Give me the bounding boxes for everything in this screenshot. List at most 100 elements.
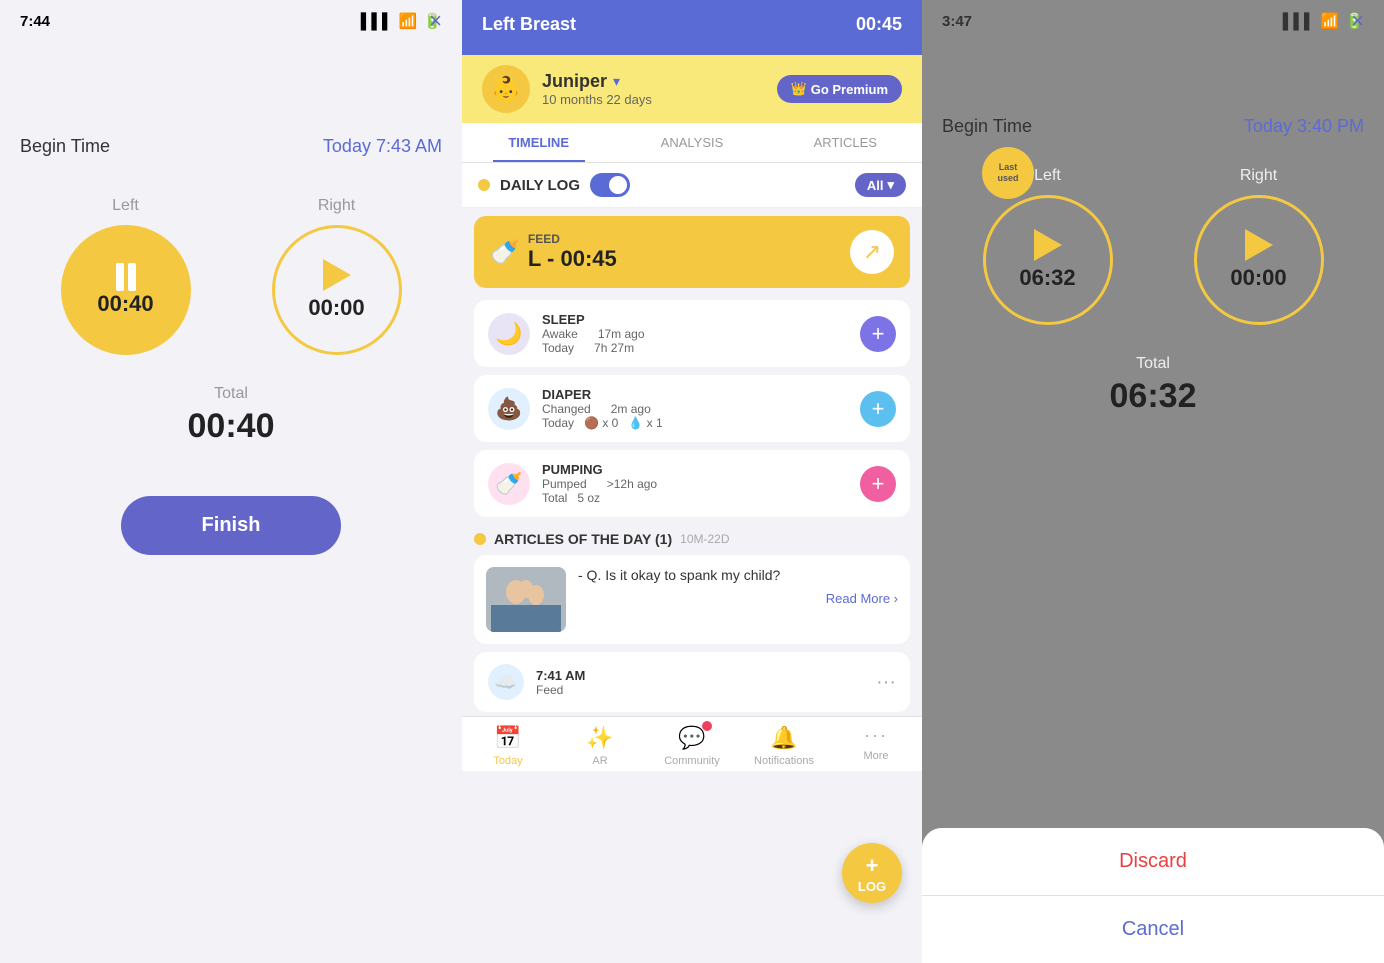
nav-ar[interactable]: ✨ AR [554, 725, 646, 767]
pumping-log-item: 🍼 PUMPING Pumped >12h ago Total 5 oz + [474, 450, 910, 517]
ar-label: AR [592, 755, 607, 767]
premium-button[interactable]: 👑 Go Premium [777, 75, 902, 103]
total-label-3: Total [1136, 355, 1170, 373]
close-button-1[interactable]: × [429, 8, 442, 34]
right-label-3: Right [1240, 167, 1277, 185]
cancel-button[interactable]: Cancel [922, 896, 1384, 963]
all-filter-button[interactable]: All ▾ [855, 173, 906, 197]
articles-section: ARTICLES OF THE DAY (1) 10M-22D [474, 531, 910, 547]
sleep-icon: 🌙 [495, 321, 522, 347]
chevron-down-icon: ▾ [887, 177, 894, 193]
total-section-3: Total 06:32 [942, 355, 1364, 416]
timeline-info: 7:41 AM Feed [536, 668, 864, 697]
total-time-3: 06:32 [1110, 377, 1197, 416]
sleep-add-button[interactable]: + [860, 316, 896, 352]
avatar: 👶 [482, 65, 530, 113]
diaper-log-item: 💩 DIAPER Changed 2m ago Today 🟤 x 0 💧 x … [474, 375, 910, 442]
nav-notifications[interactable]: 🔔 Notifications [738, 725, 830, 767]
article-question: - Q. Is it okay to spank my child? [578, 567, 898, 583]
pumping-info: PUMPING Pumped >12h ago Total 5 oz [542, 462, 848, 505]
close-button-3[interactable]: × [1351, 8, 1364, 34]
all-label: All [867, 178, 884, 193]
tab-analysis[interactable]: ANALYSIS [615, 123, 768, 162]
crown-icon: 👑 [791, 81, 807, 97]
wifi-icon: 📶 [399, 12, 418, 30]
feed-info: 🍼 FEED L - 00:45 [490, 232, 617, 272]
right-timer-circle[interactable]: 00:00 [272, 225, 402, 355]
articles-date: 10M-22D [680, 532, 729, 546]
daily-log-left: DAILY LOG [478, 173, 630, 197]
nav-more[interactable]: ··· More [830, 725, 922, 767]
left-timer-circle-3[interactable]: 06:32 [983, 195, 1113, 325]
pumping-total-value: 5 oz [577, 491, 600, 505]
daily-log-toggle[interactable] [590, 173, 630, 197]
today-label: Today [493, 755, 522, 767]
read-more-link[interactable]: Read More › [578, 591, 898, 606]
timeline-label: Feed [536, 683, 864, 697]
right-timer-col-3: Right 00:00 [1194, 167, 1324, 325]
sleep-log-item: 🌙 SLEEP Awake 17m ago Today 7h 27m + [474, 300, 910, 367]
bottle-icon: 🍼 [490, 238, 520, 267]
feed-label: FEED [528, 232, 617, 246]
more-icon: ··· [864, 725, 888, 746]
diaper-add-button[interactable]: + [860, 391, 896, 427]
nav-today[interactable]: 📅 Today [462, 725, 554, 767]
pumping-icon-circle: 🍼 [488, 463, 530, 505]
left-time-3: 06:32 [1019, 265, 1075, 291]
tab-articles[interactable]: ARTICLES [769, 123, 922, 162]
profile-row: 👶 Juniper ▾ 10 months 22 days 👑 Go Premi… [462, 55, 922, 123]
panel-main-app: Left Breast 00:45 👶 Juniper ▾ 10 months … [462, 0, 922, 963]
right-timer-circle-3[interactable]: 00:00 [1194, 195, 1324, 325]
left-timer-col: Left 00:40 [61, 197, 191, 355]
panel2-timer: 00:45 [856, 14, 902, 35]
feed-arrow-button[interactable]: ↗ [850, 230, 894, 274]
daily-log-row: DAILY LOG All ▾ [462, 163, 922, 208]
right-timer-col: Right 00:00 [272, 197, 402, 355]
diaper-wet: 💧 x 1 [628, 416, 662, 430]
log-fab-button[interactable]: + LOG [842, 843, 902, 903]
begin-time-row-3: Begin Time Today 3:40 PM [942, 116, 1364, 137]
pumping-total: Total 5 oz [542, 491, 848, 505]
right-time-1: 00:00 [308, 295, 364, 321]
sleep-icon-circle: 🌙 [488, 313, 530, 355]
pumping-add-button[interactable]: + [860, 466, 896, 502]
right-label-1: Right [318, 197, 355, 215]
diaper-icon-circle: 💩 [488, 388, 530, 430]
timeline-icon: ☁️ [488, 664, 524, 700]
timers-row-3: Lastused Left 06:32 Right 00:00 [942, 167, 1364, 325]
feed-card[interactable]: 🍼 FEED L - 00:45 ↗ [474, 216, 910, 288]
last-used-badge: Lastused [982, 147, 1034, 199]
left-time-1: 00:40 [97, 291, 153, 317]
log-fab-label: LOG [858, 879, 886, 894]
discard-button[interactable]: Discard [922, 828, 1384, 896]
nav-community[interactable]: 💬 Community [646, 725, 738, 767]
arrow-icon: ↗ [863, 239, 881, 265]
signal-icon: ▌▌▌ [361, 13, 393, 30]
article-thumbnail [486, 567, 566, 632]
panel-nursing-left: 7:44 ▌▌▌ 📶 🔋 × Begin Time Today 7:43 AM … [0, 0, 462, 963]
article-card[interactable]: - Q. Is it okay to spank my child? Read … [474, 555, 910, 644]
tabs-row: TIMELINE ANALYSIS ARTICLES [462, 123, 922, 163]
profile-info: Juniper ▾ 10 months 22 days [542, 71, 652, 107]
pumping-time-ago: >12h ago [607, 477, 657, 491]
tab-timeline[interactable]: TIMELINE [462, 123, 615, 162]
right-time-3: 00:00 [1230, 265, 1286, 291]
plus-fab-icon: + [866, 853, 879, 879]
finish-button[interactable]: Finish [121, 496, 341, 555]
articles-dot [474, 533, 486, 545]
pumping-status-text: Pumped [542, 477, 587, 491]
more-options-icon[interactable]: ··· [876, 671, 896, 694]
dropdown-icon[interactable]: ▾ [613, 73, 620, 90]
today-icon: 📅 [494, 725, 521, 751]
panel2-header: Left Breast 00:45 [462, 0, 922, 55]
left-timer-circle[interactable]: 00:40 [61, 225, 191, 355]
play-icon-1 [323, 259, 351, 291]
begin-time-value-3: Today 3:40 PM [1244, 116, 1364, 137]
diaper-date: Today [542, 416, 574, 430]
begin-time-label-1: Begin Time [20, 136, 110, 157]
diaper-poop: 🟤 x 0 [584, 416, 618, 430]
sleep-date: Today [542, 341, 574, 355]
pumping-title: PUMPING [542, 462, 848, 477]
sleep-info: SLEEP Awake 17m ago Today 7h 27m [542, 312, 848, 355]
pumping-total-label: Total [542, 491, 567, 505]
